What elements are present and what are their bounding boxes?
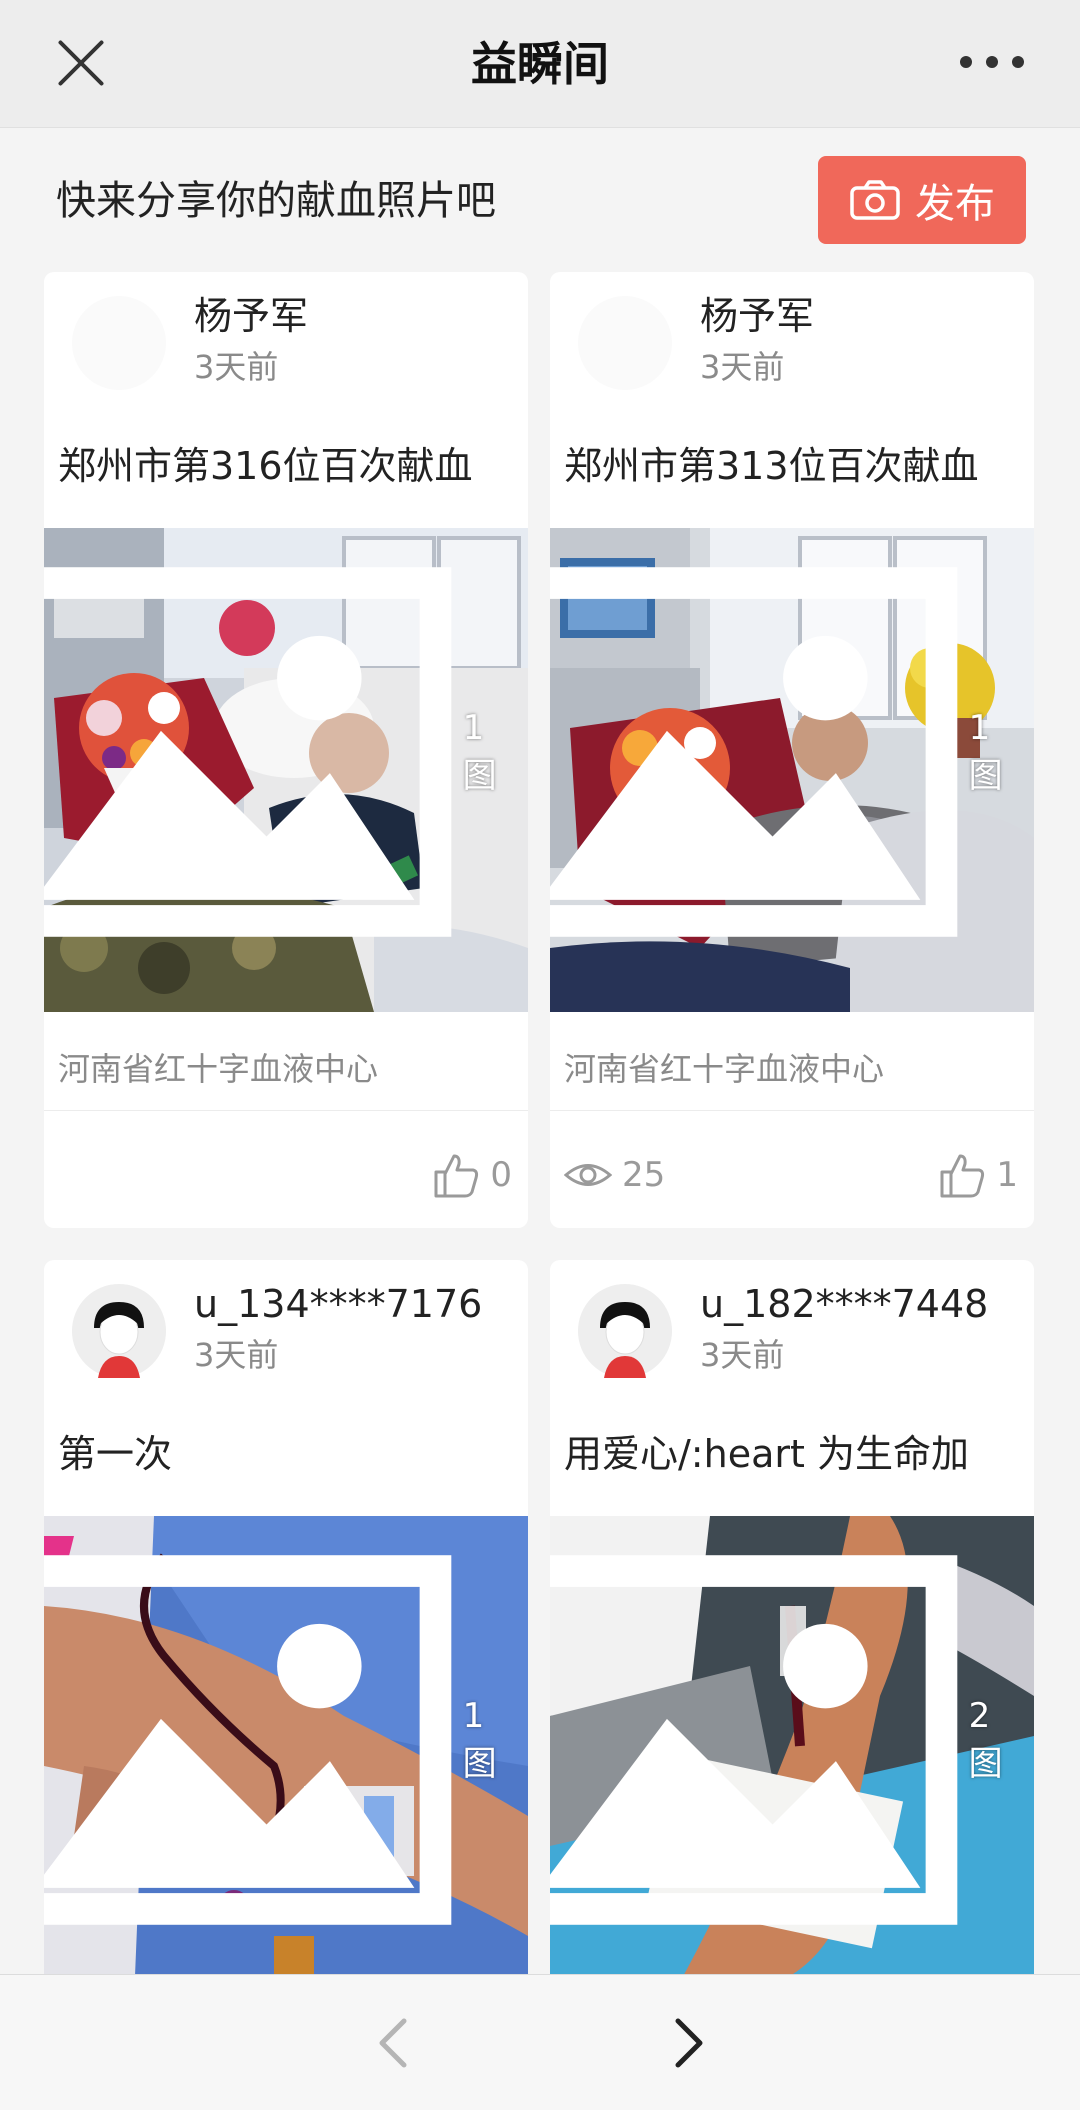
image-count-badge: 1图	[550, 528, 1022, 994]
post-photo[interactable]: 1图	[550, 528, 1034, 1012]
image-count-badge: 1图	[44, 1516, 516, 1982]
chevron-left-icon	[379, 2018, 407, 2068]
author-name[interactable]: u_182****7448	[700, 1280, 988, 1328]
post-time: 3天前	[700, 348, 785, 386]
thumb-up-icon	[940, 1154, 985, 1198]
post-time: 3天前	[194, 1336, 279, 1374]
camera-icon	[850, 180, 900, 220]
chevron-right-icon	[675, 2018, 703, 2068]
more-icon[interactable]	[960, 52, 1024, 72]
bottom-nav-bar	[0, 1974, 1080, 2110]
avatar[interactable]	[578, 296, 672, 390]
thumb-up-icon	[434, 1154, 479, 1198]
image-icon	[44, 567, 452, 937]
image-icon	[550, 567, 958, 937]
share-prompt: 快来分享你的献血照片吧	[56, 178, 496, 224]
post-photo[interactable]: 2图	[550, 1516, 1034, 2000]
post-photo[interactable]: 1图	[44, 1516, 528, 2000]
eye-icon	[564, 1164, 612, 1186]
author-name[interactable]: u_134****7176	[194, 1280, 482, 1328]
post-title[interactable]: 第一次	[58, 1430, 518, 1478]
post-card[interactable]: 杨予军 3天前 郑州市第313位百次献血 1图 河南省红十字血液中心 25 1	[550, 272, 1034, 1228]
author-name[interactable]: 杨予军	[700, 292, 814, 340]
page-title: 益瞬间	[471, 37, 609, 91]
publish-label: 发布	[915, 181, 995, 227]
image-count-badge: 1图	[44, 528, 516, 994]
avatar[interactable]	[72, 1284, 166, 1378]
forward-button[interactable]	[660, 2013, 716, 2073]
image-count-badge: 2图	[550, 1516, 1022, 1982]
back-button[interactable]	[366, 2013, 422, 2073]
post-time: 3天前	[700, 1336, 785, 1374]
post-photo[interactable]: 1图	[44, 528, 528, 1012]
post-title[interactable]: 用爱心/:heart 为生命加	[564, 1430, 1024, 1478]
like-count[interactable]: 0	[432, 1152, 512, 1198]
default-avatar-icon	[578, 1284, 672, 1378]
post-time: 3天前	[194, 348, 279, 386]
view-count: 25	[564, 1152, 665, 1198]
post-card[interactable]: u_182****7448 3天前 用爱心/:heart 为生命加 2图	[550, 1260, 1034, 2020]
default-avatar-icon	[72, 1284, 166, 1378]
post-card[interactable]: 杨予军 3天前 郑州市第316位百次献血 1图 河南省红十字血液中心 0	[44, 272, 528, 1228]
image-icon	[44, 1555, 452, 1925]
post-card[interactable]: u_134****7176 3天前 第一次 1图	[44, 1260, 528, 2020]
publish-button[interactable]: 发布	[818, 156, 1026, 244]
organization-label: 河南省红十字血液中心	[58, 1050, 379, 1088]
organization-label: 河南省红十字血液中心	[564, 1050, 885, 1088]
avatar[interactable]	[72, 296, 166, 390]
avatar[interactable]	[578, 1284, 672, 1378]
like-count[interactable]: 1	[938, 1152, 1018, 1198]
divider	[550, 1110, 1034, 1111]
divider	[44, 1110, 528, 1111]
image-icon	[550, 1555, 958, 1925]
post-title[interactable]: 郑州市第313位百次献血	[564, 442, 1024, 490]
author-name[interactable]: 杨予军	[194, 292, 308, 340]
post-title[interactable]: 郑州市第316位百次献血	[58, 442, 518, 490]
top-nav-bar: 益瞬间	[0, 0, 1080, 128]
